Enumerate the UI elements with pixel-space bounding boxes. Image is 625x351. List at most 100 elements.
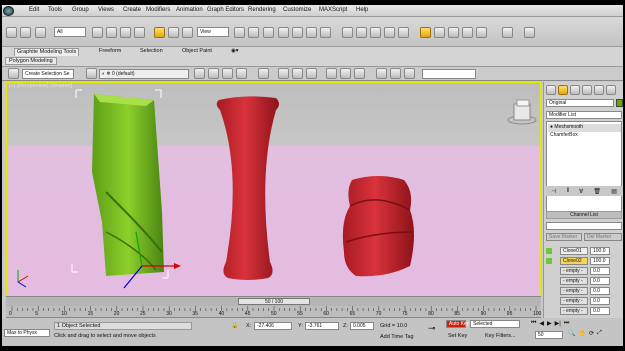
- select-by-name-icon[interactable]: [106, 27, 117, 38]
- pin-stack-icon[interactable]: ⊣: [551, 188, 556, 195]
- layers-icon[interactable]: [86, 68, 97, 79]
- menu-edit[interactable]: Edit: [29, 7, 39, 13]
- curve-editor-icon[interactable]: [398, 27, 409, 38]
- channel-row[interactable]: - empty - 0.0: [546, 277, 622, 286]
- channel-name[interactable]: - empty -: [560, 297, 588, 305]
- go-to-end-icon[interactable]: ⏭: [564, 320, 569, 329]
- configure-sets-icon[interactable]: ▤: [611, 188, 617, 195]
- spinner-snap-icon[interactable]: [320, 27, 331, 38]
- perspective-viewport[interactable]: [+] [Perspective] [Shaded]: [6, 82, 541, 296]
- save-marker-button[interactable]: Save Marker: [546, 233, 582, 241]
- redo-icon[interactable]: [20, 27, 31, 38]
- brush-preset3-icon[interactable]: [404, 68, 415, 79]
- previous-frame-icon[interactable]: ◀: [539, 320, 544, 329]
- channel-list-rollout[interactable]: Channel List: [546, 211, 622, 219]
- next-frame-icon[interactable]: ▶|: [555, 320, 561, 329]
- layer-settings-icon[interactable]: [236, 68, 247, 79]
- add-to-layer-icon[interactable]: [194, 68, 205, 79]
- channel-value[interactable]: 100.0: [590, 257, 610, 265]
- display-tab-icon[interactable]: [594, 85, 604, 95]
- channel-name[interactable]: Clone01: [560, 247, 588, 255]
- channel-name[interactable]: - empty -: [560, 307, 588, 315]
- channel-row[interactable]: - empty - 0.0: [546, 307, 622, 316]
- current-frame-field[interactable]: 50: [535, 331, 563, 339]
- select-object-icon[interactable]: [92, 27, 103, 38]
- render-production-icon[interactable]: [476, 27, 487, 38]
- modify-tab-icon[interactable]: [558, 85, 568, 95]
- menu-help[interactable]: Help: [356, 7, 368, 13]
- graphite-toggle-icon[interactable]: [384, 27, 395, 38]
- mirror-icon[interactable]: [342, 27, 353, 38]
- maxscript-listener[interactable]: Max to Physx: [4, 329, 50, 337]
- channel-name[interactable]: - empty -: [560, 277, 588, 285]
- go-to-start-icon[interactable]: ⏮: [531, 320, 536, 329]
- channel-value[interactable]: 100.0: [590, 247, 610, 255]
- select-and-rotate-icon[interactable]: [168, 27, 179, 38]
- named-selection-icon[interactable]: [8, 68, 19, 79]
- key-mode-dropdown[interactable]: Selected: [470, 320, 520, 328]
- environment-icon[interactable]: [524, 27, 535, 38]
- pan-icon[interactable]: ✋: [578, 330, 585, 340]
- time-slider-thumb[interactable]: 50 / 100: [238, 298, 310, 305]
- restore-icon[interactable]: [354, 68, 365, 79]
- object-name-field[interactable]: Original: [546, 99, 614, 107]
- maximize-viewport-icon[interactable]: ⤢: [597, 330, 602, 340]
- reference-coordinate-dropdown[interactable]: View: [197, 27, 229, 37]
- angle-snap-icon[interactable]: [292, 27, 303, 38]
- stack-item-meshsmooth[interactable]: ● Meshsmooth: [548, 124, 621, 132]
- play-icon[interactable]: ▶: [547, 320, 552, 329]
- rectangular-selection-icon[interactable]: [120, 27, 131, 38]
- tab-selection[interactable]: Selection: [140, 48, 163, 56]
- polygon-modeling-panel[interactable]: Polygon Modeling: [5, 57, 57, 65]
- channel-name[interactable]: - empty -: [560, 287, 588, 295]
- layer-manager-icon[interactable]: [370, 27, 381, 38]
- keyboard-shortcut-icon[interactable]: [263, 27, 274, 38]
- snap-toggle-icon[interactable]: [278, 27, 289, 38]
- brush-dropdown[interactable]: [422, 69, 476, 79]
- modifier-list-dropdown[interactable]: Modifier List: [546, 111, 622, 119]
- channel-row[interactable]: - empty - 0.0: [546, 267, 622, 276]
- percent-snap-icon[interactable]: [306, 27, 317, 38]
- set-key-button[interactable]: Set Key: [448, 333, 467, 339]
- channel-row[interactable]: Clone02 100.0: [546, 257, 622, 266]
- channel-value[interactable]: 0.0: [590, 267, 610, 275]
- add-time-tag[interactable]: Add Time Tag: [380, 334, 414, 340]
- del-marker-button[interactable]: Del Marker: [584, 233, 622, 241]
- brush-preset-icon[interactable]: [376, 68, 387, 79]
- menu-group[interactable]: Group: [72, 7, 89, 13]
- z-coordinate[interactable]: 0.005: [350, 322, 374, 330]
- channel-name[interactable]: Clone02: [560, 257, 588, 265]
- select-in-layer-icon[interactable]: [208, 68, 219, 79]
- tab-freeform[interactable]: Freeform: [99, 48, 121, 56]
- key-icon[interactable]: ⊸: [428, 323, 436, 334]
- container-icon[interactable]: [278, 68, 289, 79]
- time-slider[interactable]: 50 / 100: [6, 296, 541, 306]
- pivot-center-icon[interactable]: [234, 27, 245, 38]
- channel-value[interactable]: 0.0: [590, 307, 610, 315]
- trackbar[interactable]: 0 5 10 15 20 25 30 35 40 45 50 55 60 65 70 75 80 85 90 95 10…: [6, 306, 541, 318]
- scene-states-icon[interactable]: [326, 68, 337, 79]
- ribbon-options-icon[interactable]: ◉▾: [231, 48, 239, 54]
- y-coordinate[interactable]: -3.761: [305, 322, 339, 330]
- tab-object-paint[interactable]: Object Paint: [182, 48, 212, 56]
- channel-row[interactable]: - empty - 0.0: [546, 297, 622, 306]
- menu-views[interactable]: Views: [98, 7, 114, 13]
- schematic-view-icon[interactable]: [420, 27, 431, 38]
- channel-select[interactable]: [546, 222, 622, 230]
- viewport-label[interactable]: [+] [Perspective] [Shaded]: [9, 83, 72, 89]
- teapot-render-icon[interactable]: [502, 27, 513, 38]
- red-twisted-box[interactable]: [342, 176, 414, 277]
- remove-modifier-icon[interactable]: 🗑: [593, 188, 601, 195]
- render-setup-icon[interactable]: [448, 27, 459, 38]
- motion-tab-icon[interactable]: [582, 85, 592, 95]
- menu-create[interactable]: Create: [123, 7, 141, 13]
- menu-modifiers[interactable]: Modifiers: [146, 7, 170, 13]
- set-current-layer-icon[interactable]: [222, 68, 233, 79]
- menu-rendering[interactable]: Rendering: [248, 7, 276, 13]
- create-tab-icon[interactable]: [546, 85, 556, 95]
- make-unique-icon[interactable]: ∀: [579, 188, 583, 195]
- menu-animation[interactable]: Animation: [176, 7, 203, 13]
- channel-value[interactable]: 0.0: [590, 287, 610, 295]
- lock-selection-icon[interactable]: 🔒: [231, 322, 238, 329]
- select-and-move-icon[interactable]: [154, 27, 165, 38]
